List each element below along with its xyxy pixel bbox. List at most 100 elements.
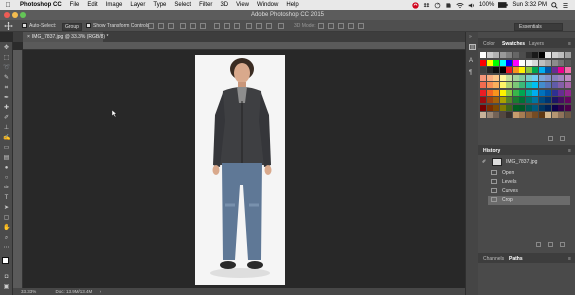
swatch[interactable] [519,104,525,111]
swatch[interactable] [506,104,512,111]
paragraph-panel-icon[interactable]: ¶ [469,70,472,76]
swatch[interactable] [519,97,525,103]
menu-select[interactable]: Select [170,2,195,8]
swatch[interactable] [486,82,493,88]
swatch[interactable] [551,89,558,96]
swatch[interactable] [480,112,486,118]
swatch[interactable] [551,82,558,88]
swatch[interactable] [532,67,538,73]
battery-icon[interactable] [498,2,508,8]
document-tab[interactable]: × IMG_7837.jpg @ 33.3% (RGB/8) * [23,32,108,42]
3d-rotate-icon[interactable] [318,23,324,29]
swatch[interactable] [564,74,571,81]
swatch[interactable] [480,52,486,58]
swatch[interactable] [564,89,571,96]
document-tab-close-icon[interactable]: × [27,34,30,40]
swatch[interactable] [551,97,558,103]
distribute-bottom-icon[interactable] [234,23,240,29]
align-left-icon[interactable] [180,23,186,29]
zoom-tool-icon[interactable]: ⌕ [3,235,10,242]
menu-image[interactable]: Image [102,2,127,8]
spotlight-search-icon[interactable] [551,1,558,9]
swatch[interactable] [558,74,564,81]
swatch[interactable] [558,67,564,73]
swatch[interactable] [558,52,564,58]
swatch[interactable] [506,59,512,66]
3d-slide-icon[interactable] [348,23,354,29]
swatch[interactable] [545,82,551,88]
swatch[interactable] [532,74,538,81]
swatch[interactable] [551,112,558,118]
swatch[interactable] [486,97,493,103]
distribute-right-icon[interactable] [266,23,272,29]
swatch[interactable] [545,97,551,103]
color-panel-menu-icon[interactable]: ≡ [568,41,571,47]
swatch[interactable] [519,52,525,58]
swatch[interactable] [545,52,551,58]
swatch[interactable] [486,52,493,58]
swatch[interactable] [486,74,493,81]
show-transform-checkbox[interactable] [86,23,91,29]
swatch[interactable] [512,89,519,96]
swatch[interactable] [558,112,564,118]
swatch[interactable] [551,104,558,111]
swatch[interactable] [525,82,532,88]
history-brush-source-icon[interactable]: ✐ [482,156,486,168]
screen-mode-icon[interactable]: ▣ [3,284,10,291]
tab-swatches[interactable]: Swatches [502,41,525,47]
swatch[interactable] [558,104,564,111]
swatch[interactable] [538,82,545,88]
swatch[interactable] [525,59,532,66]
swatch[interactable] [493,67,499,73]
move-tool-preset-icon[interactable] [4,22,13,30]
swatch[interactable] [512,104,519,111]
swatch[interactable] [480,82,486,88]
swatch[interactable] [525,112,532,118]
distribute-hcenter-icon[interactable] [256,23,262,29]
swatch[interactable] [551,59,558,66]
swatch[interactable] [506,82,512,88]
swatch[interactable] [512,59,519,66]
swatch[interactable] [486,67,493,73]
align-top-icon[interactable] [148,23,154,29]
delete-state-icon[interactable] [560,242,565,247]
tab-channels[interactable]: Channels [483,256,504,262]
swatch[interactable] [499,82,506,88]
swatch[interactable] [532,104,538,111]
swatch[interactable] [525,52,532,58]
swatch[interactable] [506,112,512,118]
swatch[interactable] [551,74,558,81]
history-step-current[interactable]: Crop [488,196,570,205]
swatch[interactable] [499,104,506,111]
menu-app-name[interactable]: Photoshop CC [16,2,66,8]
swatch[interactable] [493,52,499,58]
swatch[interactable] [480,104,486,111]
swatch[interactable] [545,104,551,111]
quick-mask-icon[interactable]: ◘ [3,274,10,281]
swatch[interactable] [545,74,551,81]
swatch[interactable] [525,67,532,73]
menu-help[interactable]: Help [282,2,302,8]
swatch[interactable] [499,112,506,118]
swatch[interactable] [512,67,519,73]
swatch[interactable] [499,74,506,81]
swatch[interactable] [506,74,512,81]
swatch[interactable] [525,74,532,81]
swatch[interactable] [512,97,519,103]
swatch[interactable] [538,67,545,73]
swatch[interactable] [558,89,564,96]
menu-filter[interactable]: Filter [195,2,216,8]
evernote-icon[interactable] [445,2,452,9]
apple-menu-icon[interactable]:  [0,2,16,9]
swatch[interactable] [506,67,512,73]
auto-select-target-select[interactable]: Group [62,23,82,31]
dodge-tool-icon[interactable]: ○ [3,175,10,182]
document-size-info[interactable]: Doc: 13.9M/13.4M [56,289,93,294]
auto-align-layers-icon[interactable] [278,23,284,29]
swatch[interactable] [532,82,538,88]
lasso-tool-icon[interactable]: ➰ [3,65,10,72]
workspace-switcher[interactable]: Essentials [514,23,563,31]
swatch[interactable] [545,67,551,73]
marquee-tool-icon[interactable]: ⬚ [3,55,10,62]
volume-icon[interactable] [468,2,475,9]
